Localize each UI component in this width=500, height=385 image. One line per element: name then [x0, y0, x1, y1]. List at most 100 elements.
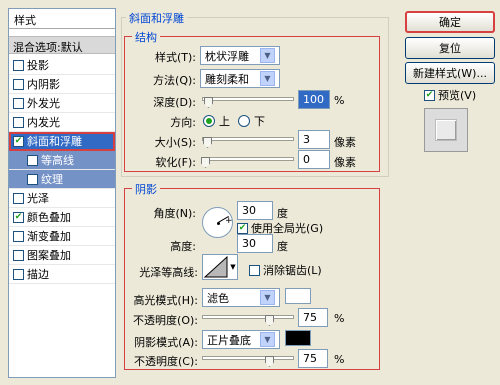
depth-input[interactable]: 100 — [298, 90, 330, 109]
crosshair-icon: + — [225, 216, 233, 226]
style-item-color-overlay[interactable]: ✔ 颜色叠加 — [9, 208, 115, 227]
style-item-texture[interactable]: 纹理 — [9, 170, 115, 189]
shadow-color-swatch[interactable] — [285, 330, 311, 346]
checkmark-icon: ✔ — [237, 222, 248, 234]
direction-up-label: 上 — [219, 115, 230, 128]
anti-alias-label: 消除锯齿(L) — [263, 264, 322, 277]
ok-button[interactable]: 确定 — [405, 11, 495, 33]
direction-down-radio[interactable]: 下 — [238, 113, 265, 129]
preview-checkbox[interactable]: ✔ 预览(V) — [424, 87, 476, 103]
shadow-mode-value: 正片叠底 — [207, 333, 251, 347]
depth-label: 深度(D): — [153, 96, 196, 109]
soften-unit: 像素 — [334, 156, 356, 169]
angle-dial[interactable]: + — [202, 207, 233, 238]
style-item-label: 外发光 — [27, 97, 60, 110]
chevron-down-icon: ▼ — [260, 48, 275, 63]
style-item-label: 内发光 — [27, 116, 60, 129]
altitude-label: 高度: — [170, 240, 196, 253]
checkbox-inner-glow[interactable] — [13, 116, 24, 128]
style-item-contour[interactable]: 等高线 — [9, 151, 115, 170]
style-item-drop-shadow[interactable]: 投影 — [9, 56, 115, 75]
angle-input[interactable]: 30 — [237, 201, 273, 220]
contour-linear-icon — [203, 255, 228, 278]
bevel-emboss-title: 斜面和浮雕 — [126, 10, 187, 26]
style-item-satin[interactable]: 光泽 — [9, 189, 115, 208]
styles-list: 样式 混合选项:默认 投影 内阴影 外发光 内发光 ✔ 斜面和浮雕 等高线 纹理… — [8, 8, 116, 378]
highlight-color-swatch[interactable] — [285, 288, 311, 304]
style-item-label: 渐变叠加 — [27, 230, 71, 243]
style-item-inner-glow[interactable]: 内发光 — [9, 113, 115, 132]
style-item-label: 内阴影 — [27, 78, 60, 91]
structure-title: 结构 — [132, 29, 160, 45]
blending-options-item[interactable]: 混合选项:默认 — [9, 36, 115, 54]
checkbox-color-overlay[interactable]: ✔ — [13, 211, 24, 223]
style-item-pattern-overlay[interactable]: 图案叠加 — [9, 246, 115, 265]
size-input[interactable]: 3 — [298, 130, 330, 149]
style-item-label: 描边 — [27, 268, 49, 281]
checkbox-drop-shadow[interactable] — [13, 59, 24, 71]
checkbox-satin[interactable] — [13, 192, 24, 204]
gloss-contour-picker[interactable]: ▼ — [202, 254, 238, 280]
highlight-opacity-input[interactable]: 75 — [298, 308, 328, 327]
radio-unselected-icon — [238, 115, 250, 127]
checkbox-stroke[interactable] — [13, 268, 24, 280]
chevron-down-icon: ▼ — [260, 71, 275, 86]
depth-slider-track[interactable] — [202, 97, 294, 101]
soften-label: 软化(F): — [155, 156, 196, 169]
style-dropdown-value: 枕状浮雕 — [205, 49, 249, 63]
highlight-mode-value: 滤色 — [207, 291, 229, 305]
depth-unit: % — [334, 94, 345, 107]
style-item-label: 纹理 — [41, 173, 63, 186]
angle-label: 角度(N): — [153, 207, 196, 220]
highlight-opacity-slider-track[interactable] — [202, 315, 294, 319]
soften-slider-track[interactable] — [202, 157, 294, 161]
checkbox-inner-shadow[interactable] — [13, 78, 24, 90]
style-item-inner-shadow[interactable]: 内阴影 — [9, 75, 115, 94]
shadow-opacity-slider-track[interactable] — [202, 356, 294, 360]
preview-swatch — [435, 119, 457, 141]
shadow-mode-label: 阴影模式(A): — [134, 336, 198, 349]
checkbox-outer-glow[interactable] — [13, 97, 24, 109]
chevron-down-icon: ▼ — [260, 290, 275, 305]
checkbox-pattern-overlay[interactable] — [13, 249, 24, 261]
shadow-opacity-unit: % — [334, 353, 345, 366]
technique-dropdown[interactable]: 雕刻柔和 ▼ — [200, 69, 280, 88]
style-item-label: 投影 — [27, 59, 49, 72]
direction-down-label: 下 — [254, 115, 265, 128]
soften-input[interactable]: 0 — [298, 150, 330, 169]
angle-unit: 度 — [277, 207, 288, 220]
style-item-label: 颜色叠加 — [27, 211, 71, 224]
style-item-label: 等高线 — [41, 154, 74, 167]
new-style-button[interactable]: 新建样式(W)... — [405, 62, 495, 84]
radio-selected-icon — [203, 115, 215, 127]
anti-alias-checkbox[interactable]: 消除锯齿(L) — [249, 262, 322, 278]
style-item-outer-glow[interactable]: 外发光 — [9, 94, 115, 113]
style-item-bevel-emboss[interactable]: ✔ 斜面和浮雕 — [9, 132, 115, 151]
technique-dropdown-value: 雕刻柔和 — [205, 72, 249, 86]
checkbox-bevel-emboss[interactable]: ✔ — [13, 135, 24, 147]
altitude-input[interactable]: 30 — [237, 234, 273, 253]
direction-label: 方向: — [170, 116, 196, 129]
styles-list-title[interactable]: 样式 — [9, 9, 115, 29]
shadow-opacity-input[interactable]: 75 — [298, 349, 328, 368]
style-item-stroke[interactable]: 描边 — [9, 265, 115, 284]
shading-title: 阴影 — [132, 181, 160, 197]
direction-up-radio[interactable]: 上 — [203, 113, 230, 129]
gloss-contour-label: 光泽等高线: — [139, 266, 198, 279]
highlight-opacity-unit: % — [334, 312, 345, 325]
highlight-mode-label: 高光模式(H): — [133, 294, 198, 307]
checkbox-contour[interactable] — [27, 154, 38, 166]
size-slider-track[interactable] — [202, 137, 294, 141]
style-dropdown[interactable]: 枕状浮雕 ▼ — [200, 46, 280, 65]
style-item-gradient-overlay[interactable]: 渐变叠加 — [9, 227, 115, 246]
checkbox-empty-icon — [249, 264, 260, 276]
checkbox-texture[interactable] — [27, 173, 38, 185]
chevron-down-icon: ▼ — [260, 332, 275, 347]
checkbox-gradient-overlay[interactable] — [13, 230, 24, 242]
reset-button[interactable]: 复位 — [405, 37, 495, 59]
shadow-mode-dropdown[interactable]: 正片叠底 ▼ — [202, 330, 280, 349]
highlight-mode-dropdown[interactable]: 滤色 ▼ — [202, 288, 280, 307]
size-unit: 像素 — [334, 136, 356, 149]
preview-label: 预览(V) — [438, 89, 477, 102]
checkmark-icon: ✔ — [424, 89, 435, 101]
